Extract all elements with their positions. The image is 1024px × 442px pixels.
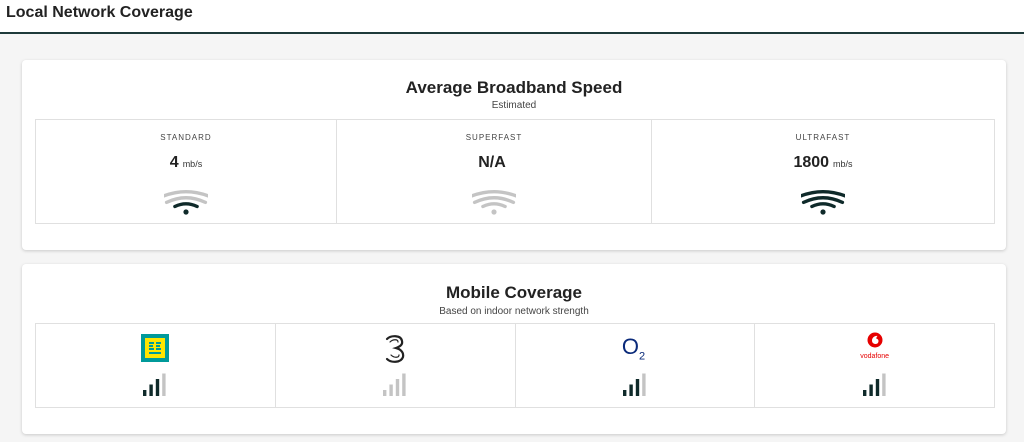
broadband-title: Average Broadband Speed bbox=[405, 78, 623, 97]
ee-logo-icon bbox=[141, 334, 170, 362]
signal-bar bbox=[143, 390, 147, 396]
signal-bar bbox=[642, 373, 646, 396]
tier-speed-value: 1800 bbox=[793, 154, 830, 171]
tier-speed: N/A bbox=[337, 154, 651, 172]
operator-three bbox=[276, 324, 516, 407]
broadband-tier-standard: STANDARD 4 mb/s bbox=[36, 120, 337, 223]
broadband-grid: STANDARD 4 mb/s SUPERFAST N/A ULTRAFAST 1… bbox=[35, 119, 995, 224]
signal-bar bbox=[875, 379, 879, 396]
signal-bar bbox=[389, 384, 393, 396]
wifi-arc bbox=[472, 196, 516, 205]
o2-logo-text: O bbox=[621, 334, 639, 359]
signal-bar bbox=[395, 379, 400, 396]
signal-bar bbox=[635, 379, 640, 396]
vodafone-logo-text: vodafone bbox=[860, 353, 890, 360]
wifi-arc bbox=[481, 202, 507, 209]
tier-speed-unit: mb/s bbox=[833, 159, 853, 169]
tier-label: STANDARD bbox=[160, 133, 212, 142]
signal-bar bbox=[881, 373, 886, 396]
wifi-arc bbox=[173, 202, 199, 209]
signal-bars-icon bbox=[143, 373, 166, 396]
signal-bars-icon bbox=[383, 373, 406, 396]
operator-ee bbox=[36, 324, 276, 407]
signal-bar bbox=[156, 379, 160, 396]
broadband-tier-ultrafast: ULTRAFAST 1800 mb/s bbox=[652, 120, 994, 223]
wifi-signal-icon bbox=[164, 189, 208, 215]
mobile-title: Mobile Coverage bbox=[445, 283, 583, 302]
wifi-dot bbox=[491, 209, 497, 215]
signal-bar bbox=[862, 390, 867, 396]
wifi-arc bbox=[164, 196, 208, 205]
signal-bar bbox=[383, 390, 387, 396]
tier-speed-value: 4 bbox=[169, 154, 179, 171]
signal-bar bbox=[622, 390, 627, 396]
broadband-subtitle: Estimated bbox=[491, 100, 537, 111]
wifi-signal-icon bbox=[801, 189, 845, 215]
wifi-dot bbox=[820, 209, 826, 215]
tier-label: SUPERFAST bbox=[465, 133, 523, 142]
signal-bars-icon bbox=[862, 373, 886, 396]
broadband-card: Average Broadband Speed Estimated STANDA… bbox=[22, 60, 1006, 250]
vodafone-speechmark-icon bbox=[867, 332, 883, 348]
wifi-signal-icon bbox=[472, 189, 516, 215]
broadband-tier-superfast: SUPERFAST N/A bbox=[337, 120, 652, 223]
signal-bars-icon bbox=[622, 373, 646, 396]
page-title: Local Network Coverage bbox=[6, 4, 193, 21]
vodafone-logo-icon: vodafone bbox=[859, 332, 891, 361]
tier-speed: 1800 mb/s bbox=[652, 154, 994, 172]
signal-bar bbox=[402, 373, 406, 396]
three-logo-icon bbox=[386, 335, 405, 363]
tier-speed: 4 mb/s bbox=[36, 154, 336, 172]
mobile-coverage-card: Mobile Coverage Based on indoor network … bbox=[22, 264, 1006, 434]
wifi-arc bbox=[810, 202, 836, 209]
tier-speed-unit: mb/s bbox=[182, 159, 203, 169]
o2-logo-sub: 2 bbox=[639, 350, 646, 363]
signal-bar bbox=[629, 384, 633, 396]
top-bar: Local Network Coverage bbox=[0, 0, 1024, 34]
wifi-arc bbox=[801, 196, 845, 205]
o2-logo-icon: O2 bbox=[622, 334, 645, 362]
signal-bar bbox=[149, 384, 154, 396]
mobile-grid: O2 vodafone bbox=[35, 323, 995, 408]
wifi-dot bbox=[183, 209, 189, 215]
tier-speed-value: N/A bbox=[478, 154, 506, 171]
mobile-subtitle: Based on indoor network strength bbox=[439, 306, 589, 317]
operator-vodafone: vodafone bbox=[755, 324, 994, 407]
tier-label: ULTRAFAST bbox=[795, 133, 851, 142]
signal-bar bbox=[162, 373, 166, 396]
signal-bar bbox=[869, 384, 873, 396]
operator-o2: O2 bbox=[516, 324, 756, 407]
